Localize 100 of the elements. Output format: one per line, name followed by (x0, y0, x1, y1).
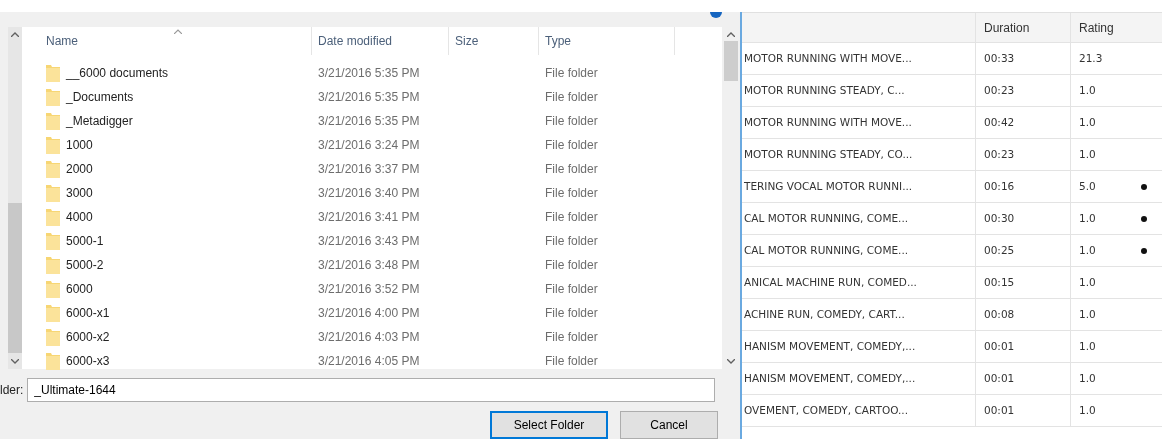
file-name[interactable]: 2000 (66, 160, 93, 178)
file-name[interactable]: 6000-x2 (66, 328, 110, 346)
table-cell-text: 21.3 (1079, 50, 1104, 66)
table-cell-text: ACHINE RUN, COMEDY, CART... (744, 306, 905, 322)
folder-icon (46, 136, 60, 154)
type-text: File folder (545, 210, 598, 224)
table-cell-text: MOTOR RUNNING STEADY, CO... (744, 146, 913, 162)
table-cell-text: 00:08 (984, 306, 1015, 322)
table-cell-text: 00:15 (984, 274, 1015, 290)
type-text: File folder (545, 354, 598, 368)
table-cell-text: MOTOR RUNNING WITH MOVE... (744, 114, 912, 130)
file-name[interactable]: 5000-1 (66, 232, 104, 250)
folder-icon (46, 280, 60, 298)
type-text: File folder (545, 330, 598, 344)
table-cell-text: 1.0 (1079, 82, 1097, 98)
table-cell-text: 00:25 (984, 242, 1015, 258)
folder-field[interactable]: _Ultimate-1644 (27, 378, 716, 402)
folder-icon (46, 112, 60, 130)
table-cell-text: 5.0 (1079, 178, 1097, 194)
table-cell-text: 00:42 (984, 114, 1015, 130)
scrollbar[interactable] (8, 27, 22, 369)
table-cell-text: MOTOR RUNNING WITH MOVE... (744, 50, 912, 66)
scroll-up-icon[interactable] (11, 32, 19, 37)
file-name[interactable]: 4000 (66, 208, 93, 226)
folder-icon (46, 208, 60, 226)
scroll-thumb[interactable] (8, 203, 22, 353)
date-text: 3/21/2016 3:48 PM (318, 258, 420, 272)
folder-icon (46, 64, 60, 82)
scroll-thumb[interactable] (724, 41, 738, 81)
column-header[interactable]: Type (545, 32, 571, 50)
date-text: 3/21/2016 3:43 PM (318, 234, 420, 248)
date-text: 3/21/2016 4:03 PM (318, 330, 420, 344)
table-cell-text: 00:16 (984, 178, 1015, 194)
date-text: 3/21/2016 4:05 PM (318, 354, 420, 368)
type-text: File folder (545, 258, 598, 272)
file-name[interactable]: 6000-x3 (66, 352, 110, 370)
type-text: File folder (545, 234, 598, 248)
table-cell-text: 00:01 (984, 370, 1015, 386)
file-name[interactable]: 1000 (66, 136, 93, 154)
table-cell-text: 1.0 (1079, 338, 1097, 354)
table-cell-text: 1.0 (1079, 274, 1097, 290)
table-cell-text: 1.0 (1079, 242, 1097, 258)
table-cell-text: CAL MOTOR RUNNING, COME... (744, 242, 909, 258)
table-cell-text: TERING VOCAL MOTOR RUNNI... (744, 178, 913, 194)
file-name[interactable]: _Documents (66, 88, 134, 106)
table-cell-text: 00:01 (984, 402, 1015, 418)
table-cell-text: MOTOR RUNNING STEADY, C... (744, 82, 905, 98)
scroll-up-icon[interactable] (727, 32, 735, 37)
file-name[interactable]: _Metadigger (66, 112, 133, 130)
table-cell-text: 1.0 (1079, 210, 1097, 226)
table-cell-text: 00:23 (984, 146, 1015, 162)
column-header[interactable]: Name (46, 32, 78, 50)
table-cell-text: 1.0 (1079, 146, 1097, 162)
type-text: File folder (545, 138, 598, 152)
file-name[interactable]: 6000-x1 (66, 304, 110, 322)
table-cell-text: HANISM MOVEMENT, COMEDY,... (744, 338, 916, 354)
table-cell-text: 00:30 (984, 210, 1015, 226)
date-text: 3/21/2016 3:37 PM (318, 162, 420, 176)
folder-icon (46, 184, 60, 202)
column-header[interactable]: Rating (1079, 18, 1114, 37)
date-text: 3/21/2016 3:24 PM (318, 138, 420, 152)
table-cell-text: CAL MOTOR RUNNING, COME... (744, 210, 909, 226)
folder-icon (46, 304, 60, 322)
folder-icon (46, 232, 60, 250)
date-text: 3/21/2016 3:40 PM (318, 186, 420, 200)
table-cell-text: 00:33 (984, 50, 1015, 66)
date-text: 3/21/2016 3:52 PM (318, 282, 420, 296)
folder-icon (46, 256, 60, 274)
type-text: File folder (545, 114, 598, 128)
table-cell-text: OVEMENT, COMEDY, CARTOO... (744, 402, 908, 418)
date-text: 3/21/2016 4:00 PM (318, 306, 420, 320)
column-header[interactable]: Date modified (318, 32, 393, 50)
table-cell-text: 00:23 (984, 82, 1015, 98)
column-header[interactable]: Size (455, 32, 479, 50)
table-cell-text: ANICAL MACHINE RUN, COMED... (744, 274, 917, 290)
table-cell-text: 1.0 (1079, 370, 1097, 386)
date-text: 3/21/2016 5:35 PM (318, 90, 420, 104)
file-name[interactable]: __6000 documents (66, 64, 169, 82)
file-name[interactable]: 5000-2 (66, 256, 104, 274)
scroll-down-icon[interactable] (727, 359, 735, 364)
scroll-down-icon[interactable] (11, 359, 19, 364)
select-folder-button[interactable]: Select Folder (490, 411, 608, 439)
column-header[interactable]: Duration (984, 18, 1030, 37)
folder-icon (46, 352, 60, 370)
table-cell-text: HANISM MOVEMENT, COMEDY,... (744, 370, 916, 386)
cancel-button[interactable]: Cancel (620, 411, 718, 439)
table-cell-text: 00:01 (984, 338, 1015, 354)
date-text: 3/21/2016 5:35 PM (318, 114, 420, 128)
table-cell-text: 1.0 (1079, 114, 1097, 130)
table-cell-text: 1.0 (1079, 402, 1097, 418)
date-text: 3/21/2016 5:35 PM (318, 66, 420, 80)
type-text: File folder (545, 282, 598, 296)
type-text: File folder (545, 162, 598, 176)
file-name[interactable]: 3000 (66, 184, 93, 202)
file-name[interactable]: 6000 (66, 280, 93, 298)
type-text: File folder (545, 90, 598, 104)
folder-icon (46, 328, 60, 346)
type-text: File folder (545, 186, 598, 200)
sort-caret-icon (174, 29, 182, 34)
folder-icon (46, 160, 60, 178)
